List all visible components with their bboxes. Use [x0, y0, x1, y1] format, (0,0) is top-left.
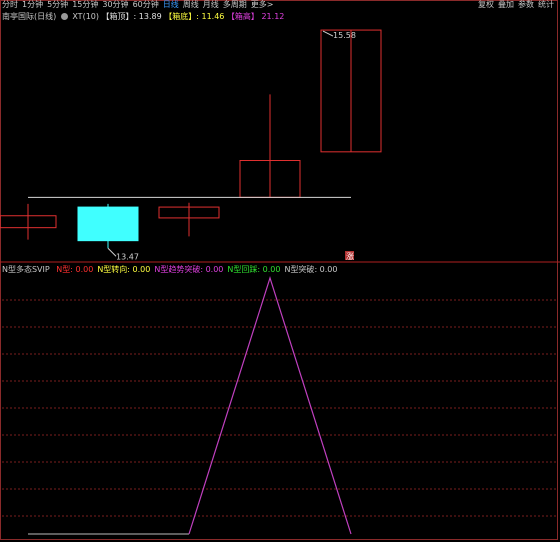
- indicator-value-number: : 0.00: [70, 265, 94, 274]
- indicator-value-number: : 0.00: [257, 265, 281, 274]
- indicator-title[interactable]: N型多态SVIP: [2, 265, 50, 274]
- indicator-value-item: N型回踩: 0.00: [227, 265, 280, 274]
- indicator-header: N型多态SVIP N型: 0.00 N型转向: 0.00 N型趋势突破: 0.00 N…: [2, 264, 558, 276]
- indicator-value-item: N型: 0.00: [56, 265, 93, 274]
- indicator-value-item: N型突破: 0.00: [284, 265, 337, 274]
- indicator-value-number: : 0.00: [200, 265, 224, 274]
- indicator-value-label: N型突破: [284, 265, 315, 274]
- indicator-value-item: N型转向: 0.00: [97, 265, 150, 274]
- indicator-values: N型: 0.00 N型转向: 0.00 N型趋势突破: 0.00 N型回踩: 0.00…: [52, 265, 337, 274]
- high-price-label: 15.58: [333, 31, 356, 40]
- candle-body: [77, 206, 139, 242]
- signal-marker: 涨: [346, 251, 354, 261]
- high-price-pointer: [322, 30, 334, 37]
- indicator-value-label: N型: [56, 265, 71, 274]
- indicator-value-number: : 0.00: [127, 265, 151, 274]
- low-price-pointer: [107, 247, 117, 257]
- indicator-value-number: : 0.00: [314, 265, 338, 274]
- indicator-value-label: N型回踩: [227, 265, 258, 274]
- low-price-label: 13.47: [116, 252, 139, 261]
- indicator-line: [188, 276, 352, 535]
- indicator-value-item: N型趋势突破: 0.00: [154, 265, 223, 274]
- indicator-value-label: N型转向: [97, 265, 128, 274]
- indicator-value-label: N型趋势突破: [154, 265, 201, 274]
